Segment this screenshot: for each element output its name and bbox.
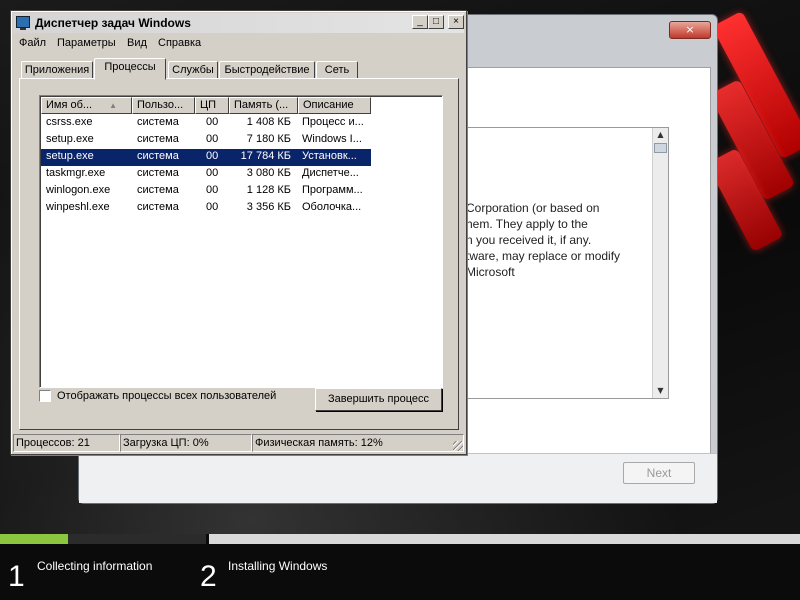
process-user: система bbox=[137, 201, 179, 213]
status-memory: Физическая память: 12% bbox=[252, 434, 464, 452]
column-memory[interactable]: Память (... bbox=[229, 97, 298, 114]
process-user: система bbox=[137, 184, 179, 196]
process-name: setup.exe bbox=[46, 133, 94, 145]
process-user: система bbox=[137, 167, 179, 179]
process-cpu: 00 bbox=[206, 201, 219, 213]
close-button[interactable]: × bbox=[448, 15, 464, 29]
process-cpu: 00 bbox=[206, 184, 219, 196]
process-row[interactable]: csrss.exe система 00 1 408 КБ Процесс и... bbox=[41, 115, 371, 132]
setup-close-button[interactable]: × bbox=[669, 21, 711, 39]
status-bar: Процессов: 21 Загрузка ЦП: 0% Физическая… bbox=[13, 434, 464, 452]
tab-performance[interactable]: Быстродействие bbox=[219, 61, 315, 79]
process-row[interactable]: setup.exe система 00 7 180 КБ Windows I... bbox=[41, 132, 371, 149]
step1-progress-track bbox=[0, 534, 206, 544]
end-process-button[interactable]: Завершить процесс bbox=[315, 388, 442, 411]
scroll-up-icon[interactable]: ▲ bbox=[653, 128, 668, 142]
process-memory: 3 080 КБ bbox=[246, 167, 291, 179]
license-line: Corporation (or based on bbox=[466, 201, 600, 215]
show-all-users-checkbox[interactable] bbox=[39, 390, 51, 402]
process-cpu: 00 bbox=[206, 150, 219, 162]
show-all-users-label[interactable]: Отображать процессы всех пользователей bbox=[57, 390, 276, 402]
process-description: Оболочка... bbox=[302, 201, 362, 213]
step1-number: 1 bbox=[8, 560, 25, 593]
process-description: Процесс и... bbox=[302, 116, 364, 128]
process-name: setup.exe bbox=[46, 150, 94, 162]
maximize-button[interactable]: □ bbox=[428, 15, 444, 29]
minimize-button[interactable]: _ bbox=[412, 15, 428, 29]
column-cpu[interactable]: ЦП bbox=[195, 97, 229, 114]
process-description: Windows I... bbox=[302, 133, 362, 145]
monitor-icon bbox=[16, 16, 30, 30]
next-button[interactable]: Next bbox=[623, 462, 695, 484]
tab-processes[interactable]: Процессы bbox=[94, 58, 166, 80]
process-user: система bbox=[137, 116, 179, 128]
license-line: Microsoft bbox=[466, 265, 515, 279]
process-memory: 1 408 КБ bbox=[246, 116, 291, 128]
task-manager-window: Диспетчер задач Windows _ □ × Файл Парам… bbox=[10, 10, 467, 455]
tab-network[interactable]: Сеть bbox=[316, 61, 358, 79]
column-image-name[interactable]: Имя об... ▲ bbox=[41, 97, 132, 114]
setup-button-bar: Next bbox=[79, 453, 717, 503]
process-memory: 1 128 КБ bbox=[246, 184, 291, 196]
license-text-box: Corporation (or based on hem. They apply… bbox=[465, 127, 669, 399]
status-cpu-usage: Загрузка ЦП: 0% bbox=[120, 434, 252, 452]
step1-label: Collecting information bbox=[37, 559, 153, 573]
tab-services[interactable]: Службы bbox=[168, 61, 218, 79]
menu-help[interactable]: Справка bbox=[158, 37, 201, 49]
process-name: taskmgr.exe bbox=[46, 167, 106, 179]
step2-number: 2 bbox=[200, 560, 217, 593]
process-memory: 17 784 КБ bbox=[240, 150, 291, 162]
menu-options[interactable]: Параметры bbox=[57, 37, 116, 49]
license-text: Corporation (or based on hem. They apply… bbox=[466, 200, 646, 280]
status-processes: Процессов: 21 bbox=[13, 434, 120, 452]
process-description: Программ... bbox=[302, 184, 363, 196]
step1-progress-fill bbox=[0, 534, 68, 544]
menu-view[interactable]: Вид bbox=[127, 37, 147, 49]
title-bar[interactable]: Диспетчер задач Windows _ □ × bbox=[13, 13, 464, 33]
process-name: winlogon.exe bbox=[46, 184, 111, 196]
process-description: Установк... bbox=[302, 150, 357, 162]
process-row[interactable]: setup.exe система 00 17 784 КБ Установк... bbox=[41, 149, 371, 166]
sort-ascending-icon: ▲ bbox=[109, 101, 117, 110]
license-line: n you received it, if any. bbox=[466, 233, 592, 247]
process-memory: 7 180 КБ bbox=[246, 133, 291, 145]
resize-grip-icon[interactable] bbox=[453, 441, 463, 451]
process-row[interactable]: winpeshl.exe система 00 3 356 КБ Оболочка... bbox=[41, 200, 371, 217]
scroll-down-icon[interactable]: ▼ bbox=[653, 384, 668, 398]
process-cpu: 00 bbox=[206, 133, 219, 145]
tab-applications[interactable]: Приложения bbox=[21, 61, 93, 79]
process-list[interactable]: Имя об... ▲ Пользо... ЦП Память (... Опи… bbox=[39, 95, 443, 388]
scrollbar-thumb[interactable] bbox=[654, 143, 667, 153]
process-cpu: 00 bbox=[206, 167, 219, 179]
window-title: Диспетчер задач Windows bbox=[35, 16, 191, 30]
step2-label: Installing Windows bbox=[228, 559, 328, 573]
process-list-header: Имя об... ▲ Пользо... ЦП Память (... Опи… bbox=[41, 97, 441, 114]
process-name: winpeshl.exe bbox=[46, 201, 110, 213]
process-description: Диспетче... bbox=[302, 167, 359, 179]
setup-progress-bar bbox=[0, 534, 800, 544]
process-cpu: 00 bbox=[206, 116, 219, 128]
process-row[interactable]: taskmgr.exe система 00 3 080 КБ Диспетче... bbox=[41, 166, 371, 183]
process-row[interactable]: winlogon.exe система 00 1 128 КБ Программ... bbox=[41, 183, 371, 200]
column-description[interactable]: Описание bbox=[298, 97, 371, 114]
license-line: hem. They apply to the bbox=[466, 217, 588, 231]
process-name: csrss.exe bbox=[46, 116, 93, 128]
step2-progress-track bbox=[209, 534, 800, 544]
menu-file[interactable]: Файл bbox=[19, 37, 46, 49]
column-user[interactable]: Пользо... bbox=[132, 97, 195, 114]
process-user: система bbox=[137, 150, 179, 162]
process-user: система bbox=[137, 133, 179, 145]
license-scrollbar[interactable]: ▲ ▼ bbox=[652, 128, 668, 398]
license-line: tware, may replace or modify bbox=[466, 249, 621, 263]
column-label: Имя об... bbox=[46, 99, 93, 111]
process-memory: 3 356 КБ bbox=[246, 201, 291, 213]
